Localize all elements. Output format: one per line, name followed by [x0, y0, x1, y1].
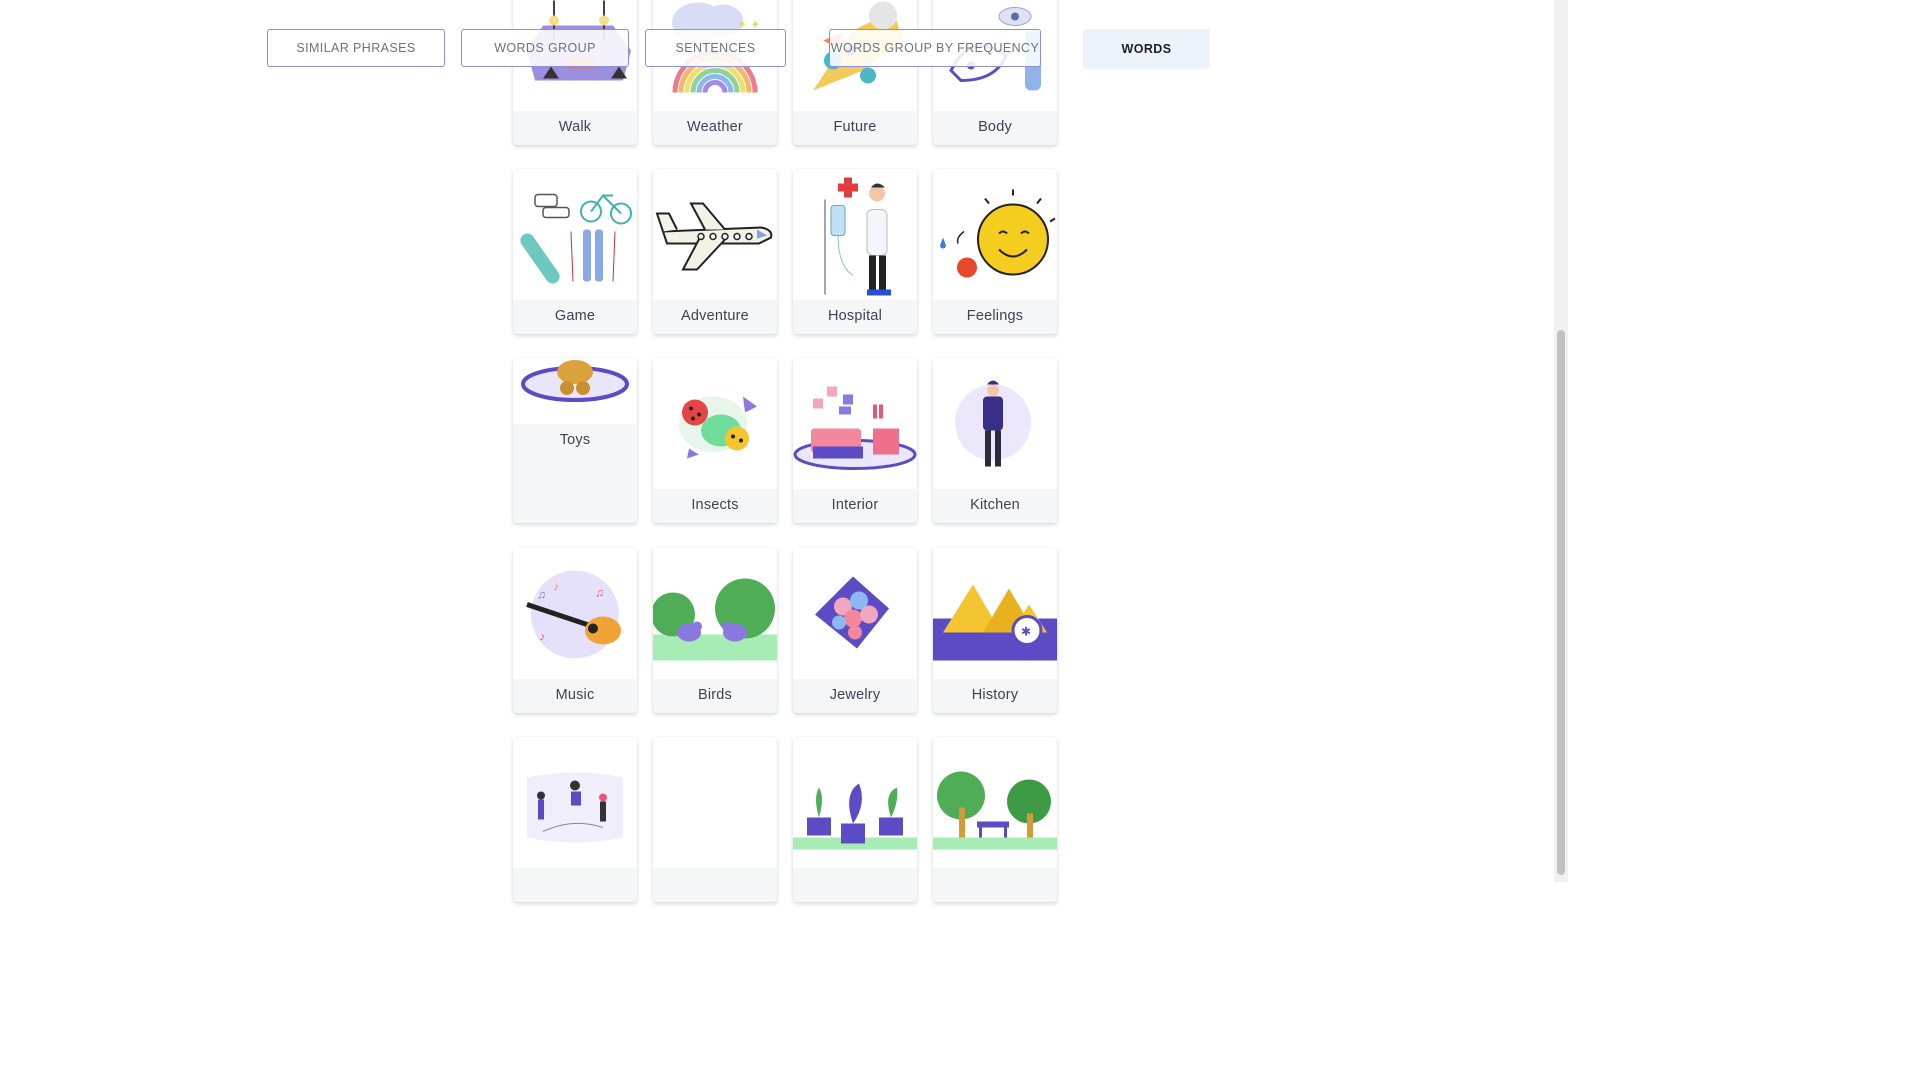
category-card-kitchen[interactable]: Kitchen	[933, 358, 1057, 523]
tab-words-group[interactable]: WORDS GROUP	[461, 29, 629, 67]
page-scrollbar[interactable]	[1554, 0, 1568, 882]
music-illustration: ♫ ♪ ♫ ♪	[513, 548, 637, 679]
category-card-jewelry[interactable]: Jewelry	[793, 548, 917, 713]
category-card-body[interactable]: Body	[933, 0, 1057, 145]
insects-illustration	[653, 358, 777, 489]
tab-words-group-by-frequency[interactable]: WORDS GROUP BY FREQUENCY	[829, 29, 1041, 67]
tab-words[interactable]: WORDS	[1083, 29, 1210, 69]
category-card-interior[interactable]: Interior	[793, 358, 917, 523]
scrollbar-thumb[interactable]	[1557, 330, 1565, 875]
category-illustration	[653, 737, 777, 868]
category-label: Jewelry	[829, 687, 881, 703]
category-card-birds[interactable]: Birds	[653, 548, 777, 713]
category-card-walk[interactable]: Walk	[513, 0, 637, 145]
category-card[interactable]	[793, 737, 917, 902]
category-label: Music	[555, 687, 595, 703]
category-label: Hospital	[828, 308, 882, 324]
category-card-hospital[interactable]: Hospital	[793, 169, 917, 334]
category-label: Game	[554, 308, 596, 324]
category-illustration	[793, 737, 917, 868]
category-card-weather[interactable]: ✦ ✦ Weather	[653, 0, 777, 145]
category-label: Interior	[831, 497, 879, 513]
word-category-grid: Walk ✦ ✦ Weather Future Body Game Advent…	[0, 0, 1568, 902]
kitchen-illustration	[933, 358, 1057, 489]
category-label: Feelings	[966, 308, 1024, 324]
tab-similar-phrases[interactable]: SIMILAR PHRASES	[267, 29, 445, 67]
jewelry-illustration	[793, 548, 917, 679]
category-card-future[interactable]: Future	[793, 0, 917, 145]
category-label: Body	[978, 119, 1012, 135]
category-card[interactable]	[933, 737, 1057, 902]
svg-text:♪: ♪	[539, 630, 545, 644]
category-label: Insects	[691, 497, 739, 513]
interior-illustration	[793, 358, 917, 489]
category-card-feelings[interactable]: Feelings	[933, 169, 1057, 334]
category-card-game[interactable]: Game	[513, 169, 637, 334]
tab-sentences[interactable]: SENTENCES	[645, 29, 786, 67]
category-label: Birds	[697, 687, 733, 703]
feelings-illustration	[933, 169, 1057, 300]
category-label: Weather	[687, 119, 743, 135]
category-card-adventure[interactable]: Adventure	[653, 169, 777, 334]
category-illustration	[513, 737, 637, 868]
category-card-history[interactable]: ✱ History	[933, 548, 1057, 713]
hospital-illustration	[793, 169, 917, 300]
svg-text:♪: ♪	[553, 580, 559, 594]
category-card-music[interactable]: ♫ ♪ ♫ ♪ Music	[513, 548, 637, 713]
category-card[interactable]	[653, 737, 777, 902]
category-label: History	[971, 687, 1019, 703]
svg-text:♫: ♫	[537, 588, 546, 602]
toys-illustration	[513, 358, 637, 424]
adventure-illustration	[653, 169, 777, 300]
category-card-toys[interactable]: Toys	[513, 358, 637, 523]
history-illustration: ✱	[933, 548, 1057, 679]
category-label: Future	[833, 119, 877, 135]
category-card-insects[interactable]: Insects	[653, 358, 777, 523]
category-label: Toys	[559, 432, 591, 448]
svg-text:♫: ♫	[595, 586, 604, 600]
birds-illustration	[653, 548, 777, 679]
category-label: Kitchen	[970, 497, 1020, 513]
game-illustration	[513, 169, 637, 300]
category-illustration	[933, 737, 1057, 868]
category-label: Adventure	[681, 308, 749, 324]
category-card[interactable]	[513, 737, 637, 902]
category-label: Walk	[558, 119, 592, 135]
svg-text:✱: ✱	[1021, 625, 1031, 639]
